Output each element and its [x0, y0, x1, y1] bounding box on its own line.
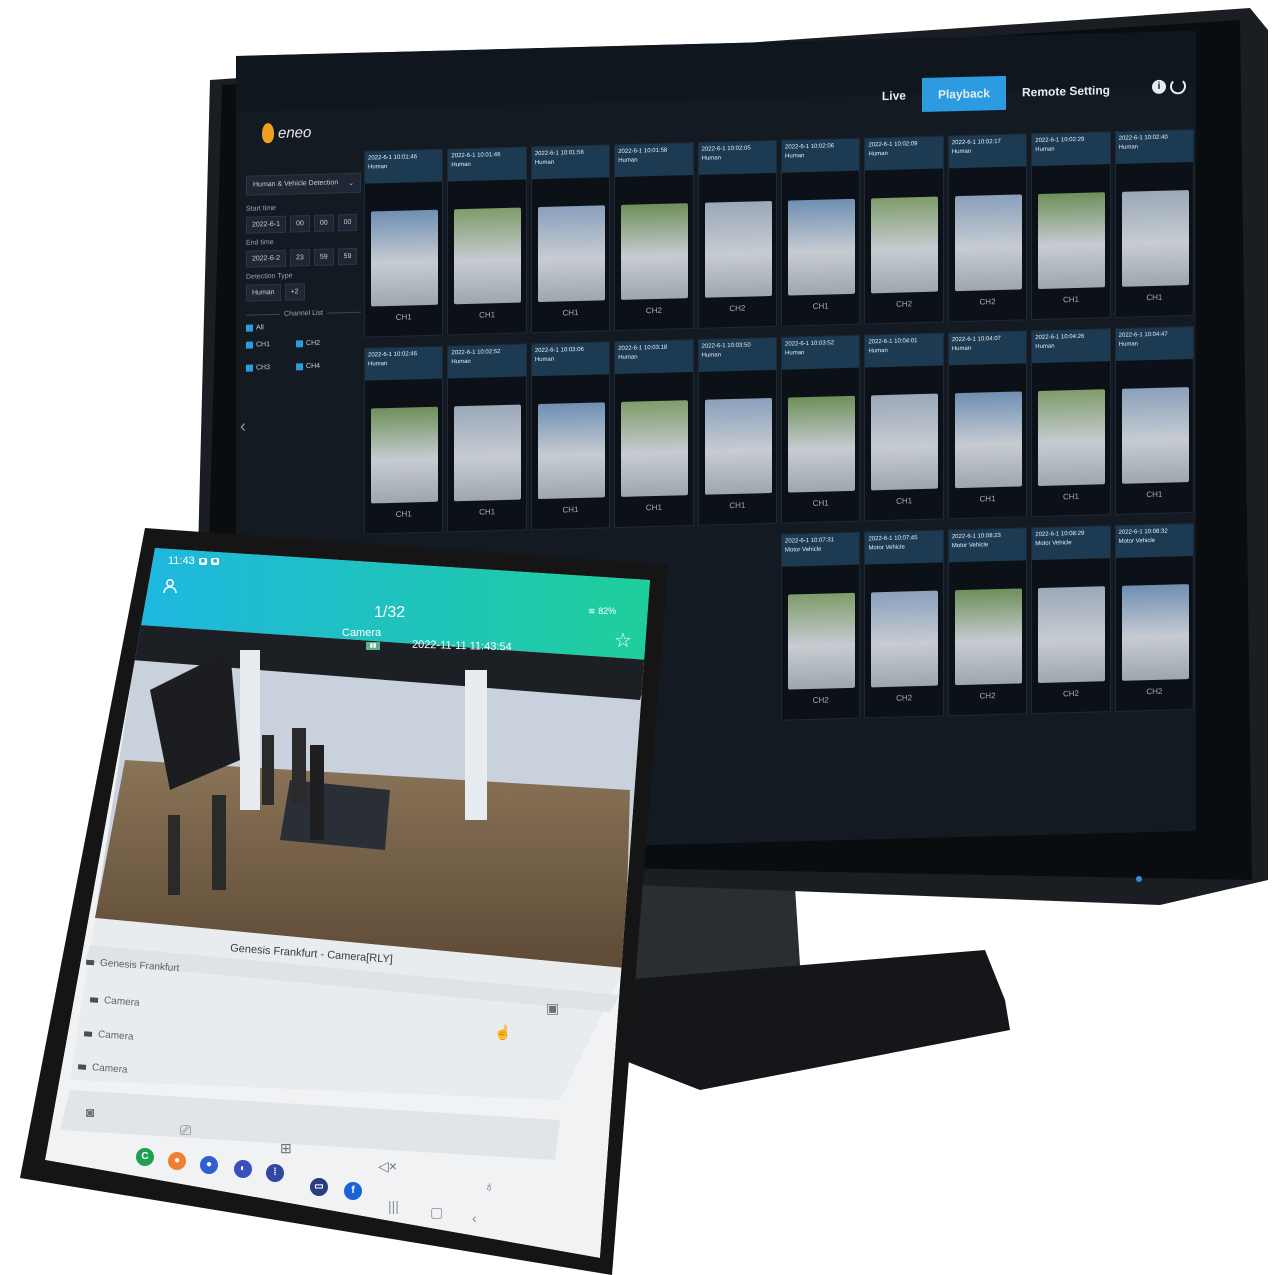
camera-icon: [77, 1064, 87, 1070]
wifi-icon: ≋: [588, 606, 596, 616]
battery-level: 82%: [598, 606, 617, 616]
person: [310, 745, 324, 840]
chat-app-icon[interactable]: ▭: [310, 1178, 328, 1196]
touch-gesture-icon[interactable]: ☝: [494, 1024, 511, 1041]
contacts-app-icon[interactable]: ●: [168, 1152, 186, 1170]
phone-app-icon[interactable]: C: [136, 1148, 154, 1166]
person: [292, 728, 306, 803]
notification-icon: ■: [210, 557, 220, 565]
camera-icon: [83, 1031, 93, 1037]
back-icon[interactable]: ‹: [472, 1210, 477, 1226]
favorite-star-icon[interactable]: ☆: [614, 628, 632, 653]
recent-apps-icon[interactable]: |||: [388, 1198, 399, 1214]
clock: 11:43: [168, 555, 195, 567]
camera-icon: [89, 997, 99, 1003]
playback-icon[interactable]: ▣: [546, 1000, 559, 1017]
battery-indicator: ≋ 82%: [588, 606, 616, 617]
facebook-app-icon[interactable]: f: [344, 1182, 362, 1200]
page-counter: 1/32: [374, 604, 406, 621]
person: [168, 815, 180, 895]
internet-app-icon[interactable]: ◐: [234, 1160, 252, 1178]
notification-icon: ■: [198, 557, 207, 565]
pillar: [465, 670, 487, 820]
person: [262, 735, 274, 805]
video-camera-name: Camera: [342, 627, 382, 639]
tablet: [20, 528, 668, 1275]
mute-speaker-icon[interactable]: ◁×: [378, 1158, 397, 1175]
dvr-icon: [85, 959, 95, 966]
record-video-icon[interactable]: ⎚: [180, 1122, 191, 1139]
home-icon[interactable]: ▢: [430, 1204, 443, 1221]
person: [212, 795, 226, 890]
status-bar: 11:43 ■ ■: [168, 555, 220, 567]
messages-app-icon[interactable]: ●: [200, 1156, 218, 1174]
pillar: [240, 650, 260, 810]
recording-badge-icon: ▮▮: [366, 642, 380, 650]
apps-grid-icon[interactable]: ⁞: [266, 1164, 284, 1182]
user-icon[interactable]: [162, 578, 178, 594]
snapshot-camera-icon[interactable]: ◙: [86, 1104, 94, 1120]
grid-layout-icon[interactable]: ⊞: [280, 1140, 292, 1157]
microphone-icon[interactable]: ♁: [484, 1178, 495, 1194]
video-timestamp: 2022-11-11 11:43:54: [411, 638, 512, 654]
